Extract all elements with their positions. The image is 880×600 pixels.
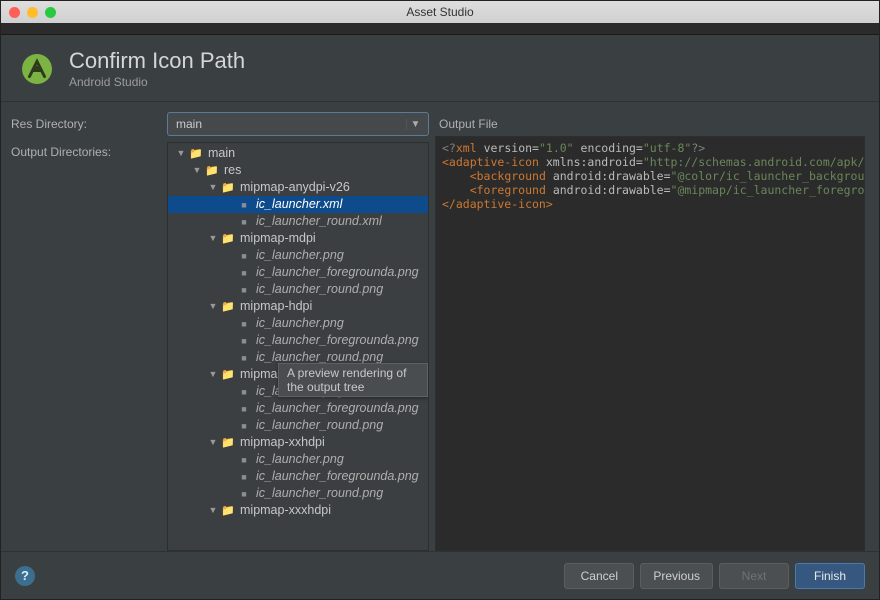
file-icon xyxy=(236,468,252,486)
file-icon xyxy=(236,400,252,418)
folder-icon xyxy=(220,230,236,248)
res-directory-label: Res Directory: xyxy=(11,112,161,136)
tree-item-label: ic_launcher_round.png xyxy=(256,281,383,298)
tree-folder[interactable]: ▼ main xyxy=(168,145,428,162)
tree-item-label: mipmap-hdpi xyxy=(240,298,312,315)
window-title: Asset Studio xyxy=(1,5,879,19)
previous-button[interactable]: Previous xyxy=(640,563,713,589)
file-icon xyxy=(236,247,252,265)
tree-item-label: ic_launcher_foregrounda.png xyxy=(256,332,419,349)
disclosure-icon[interactable]: ▼ xyxy=(206,434,220,451)
file-icon xyxy=(236,349,252,367)
file-icon xyxy=(236,315,252,333)
tree-file[interactable]: ic_launcher_foregrounda.png xyxy=(168,400,428,417)
tree-item-label: mipmap-mdpi xyxy=(240,230,316,247)
titlebar[interactable]: Asset Studio xyxy=(1,1,879,23)
file-icon xyxy=(236,264,252,282)
tree-item-label: ic_launcher.png xyxy=(256,247,344,264)
file-icon xyxy=(236,485,252,503)
res-directory-select[interactable]: main ▼ xyxy=(167,112,429,136)
folder-icon xyxy=(188,145,204,163)
tree-item-label: mipmap-xxhdpi xyxy=(240,434,325,451)
folder-icon xyxy=(220,502,236,520)
tree-file[interactable]: ic_launcher_foregrounda.png xyxy=(168,264,428,281)
file-icon xyxy=(236,417,252,435)
disclosure-icon[interactable]: ▼ xyxy=(206,179,220,196)
page-title: Confirm Icon Path xyxy=(69,49,245,73)
folder-icon xyxy=(220,366,236,384)
tree-item-label: ic_launcher_round.png xyxy=(256,485,383,502)
folder-icon xyxy=(204,162,220,180)
file-icon xyxy=(236,332,252,350)
tree-folder[interactable]: ▼ mipmap-mdpi xyxy=(168,230,428,247)
tree-item-label: ic_launcher.png xyxy=(256,451,344,468)
tree-item-label: mipmap-xxxhdpi xyxy=(240,502,331,519)
tree-file[interactable]: ic_launcher_round.png xyxy=(168,281,428,298)
android-studio-icon xyxy=(19,51,55,87)
tree-file[interactable]: ic_launcher_round.png xyxy=(168,417,428,434)
disclosure-icon[interactable]: ▼ xyxy=(206,230,220,247)
tree-item-label: ic_launcher_foregrounda.png xyxy=(256,400,419,417)
tree-item-label: ic_launcher.xml xyxy=(256,196,342,213)
tree-item-label: ic_launcher_foregrounda.png xyxy=(256,468,419,485)
dialog-header: Confirm Icon Path Android Studio xyxy=(1,35,879,97)
tree-file[interactable]: ic_launcher.xml xyxy=(168,196,428,213)
disclosure-icon[interactable]: ▼ xyxy=(206,366,220,383)
file-icon xyxy=(236,451,252,469)
file-icon xyxy=(236,383,252,401)
file-icon xyxy=(236,196,252,214)
tree-file[interactable]: ic_launcher_foregrounda.png xyxy=(168,468,428,485)
help-icon[interactable]: ? xyxy=(15,566,35,586)
file-icon xyxy=(236,281,252,299)
folder-icon xyxy=(220,434,236,452)
disclosure-icon[interactable]: ▼ xyxy=(190,162,204,179)
res-directory-value: main xyxy=(176,117,406,131)
chevron-down-icon: ▼ xyxy=(406,119,424,130)
tree-item-label: mipmap-anydpi-v26 xyxy=(240,179,350,196)
tree-item-label: ic_launcher_round.xml xyxy=(256,213,382,230)
tooltip: A preview rendering of the output tree xyxy=(278,363,428,397)
output-file-label: Output File xyxy=(435,112,865,136)
asset-studio-window: Asset Studio Confirm Icon Path Android S… xyxy=(0,0,880,600)
tree-item-label: ic_launcher_round.png xyxy=(256,417,383,434)
tree-file[interactable]: ic_launcher_foregrounda.png xyxy=(168,332,428,349)
tree-file[interactable]: ic_launcher.png xyxy=(168,315,428,332)
disclosure-icon[interactable]: ▼ xyxy=(206,298,220,315)
tree-file[interactable]: ic_launcher_round.png xyxy=(168,485,428,502)
cancel-button[interactable]: Cancel xyxy=(564,563,634,589)
output-file-preview[interactable]: <?xml version="1.0" encoding="utf-8"?> <… xyxy=(435,136,865,551)
tree-folder[interactable]: ▼ mipmap-xxxhdpi xyxy=(168,502,428,519)
output-directories-label: Output Directories: xyxy=(11,142,161,551)
next-button: Next xyxy=(719,563,789,589)
disclosure-icon[interactable]: ▼ xyxy=(206,502,220,519)
tree-item-label: main xyxy=(208,145,235,162)
tree-file[interactable]: ic_launcher_round.xml xyxy=(168,213,428,230)
dialog-footer: ? Cancel Previous Next Finish xyxy=(1,551,879,599)
tree-file[interactable]: ic_launcher.png xyxy=(168,451,428,468)
folder-icon xyxy=(220,179,236,197)
folder-icon xyxy=(220,298,236,316)
tree-item-label: ic_launcher.png xyxy=(256,315,344,332)
tree-item-label: res xyxy=(224,162,241,179)
divider xyxy=(1,101,879,102)
tree-folder[interactable]: ▼ mipmap-xxhdpi xyxy=(168,434,428,451)
tree-folder[interactable]: ▼ mipmap-anydpi-v26 xyxy=(168,179,428,196)
tree-item-label: ic_launcher_foregrounda.png xyxy=(256,264,419,281)
disclosure-icon[interactable]: ▼ xyxy=(174,145,188,162)
output-tree[interactable]: ▼main▼res▼mipmap-anydpi-v26ic_launcher.x… xyxy=(167,142,429,551)
tree-folder[interactable]: ▼ res xyxy=(168,162,428,179)
tree-folder[interactable]: ▼ mipmap-hdpi xyxy=(168,298,428,315)
page-subtitle: Android Studio xyxy=(69,75,245,89)
finish-button[interactable]: Finish xyxy=(795,563,865,589)
file-icon xyxy=(236,213,252,231)
editor-tab-strip xyxy=(1,23,879,35)
tree-file[interactable]: ic_launcher.png xyxy=(168,247,428,264)
